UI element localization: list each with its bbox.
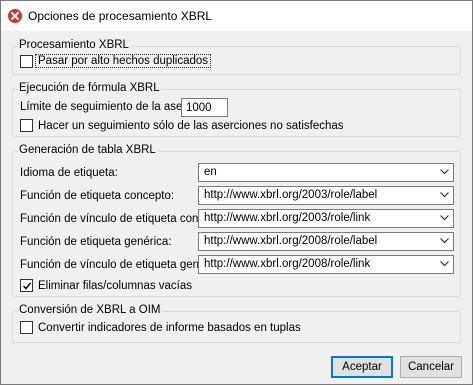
concept-label-link-role-select[interactable]: http://www.xbrl.org/2003/role/link — [198, 209, 454, 228]
dialog-window: Opciones de procesamiento XBRL Procesami… — [0, 0, 473, 385]
accept-button[interactable]: Aceptar — [331, 356, 393, 378]
chevron-down-icon — [440, 169, 449, 175]
track-unsatisfied-checkbox[interactable]: Hacer un seguimiento sólo de las asercio… — [20, 119, 344, 132]
label-language-label: Idioma de etiqueta: — [20, 167, 118, 179]
checkmark-icon — [22, 282, 32, 290]
ignore-duplicates-label: Pasar por alto hechos duplicados — [35, 54, 212, 68]
label-language-select[interactable]: en — [198, 163, 454, 182]
oim-conversion-group-label: Conversión de XBRL a OIM — [18, 304, 162, 316]
concept-label-role-label: Función de etiqueta concepto: — [20, 190, 175, 202]
chevron-down-icon — [440, 215, 449, 221]
generic-label-link-role-label: Función de vínculo de etiqueta genérica: — [20, 259, 228, 271]
convert-tuples-checkbox-box[interactable] — [20, 321, 33, 334]
formula-execution-group-label: Ejecución de fórmula XBRL — [18, 82, 161, 94]
generic-label-role-label: Función de etiqueta genérica: — [20, 236, 172, 248]
concept-label-role-select[interactable]: http://www.xbrl.org/2003/role/label — [198, 186, 454, 205]
title-bar: Opciones de procesamiento XBRL — [1, 1, 472, 31]
remove-empty-label: Eliminar filas/columnas vacías — [38, 279, 193, 292]
xbrl-processing-group-label: Procesamiento XBRL — [18, 39, 130, 51]
convert-tuples-checkbox[interactable]: Convertir indicadores de informe basados… — [20, 321, 301, 334]
generic-label-role-select[interactable]: http://www.xbrl.org/2008/role/label — [198, 232, 454, 251]
generic-label-role-value: http://www.xbrl.org/2008/role/label — [204, 235, 378, 247]
table-generation-group-label: Generación de tabla XBRL — [18, 144, 157, 156]
chevron-down-icon — [440, 238, 449, 244]
concept-label-role-value: http://www.xbrl.org/2003/role/label — [204, 189, 378, 201]
remove-empty-checkbox[interactable]: Eliminar filas/columnas vacías — [20, 279, 192, 292]
generic-label-link-role-value: http://www.xbrl.org/2008/role/link — [204, 258, 371, 270]
chevron-down-icon — [440, 261, 449, 267]
chevron-down-icon — [440, 192, 449, 198]
xbrl-app-icon — [8, 9, 22, 23]
assertion-limit-input[interactable] — [181, 98, 228, 117]
concept-label-link-role-value: http://www.xbrl.org/2003/role/link — [204, 212, 371, 224]
ignore-duplicates-checkbox-box[interactable] — [20, 54, 33, 68]
remove-empty-checkbox-box[interactable] — [20, 279, 33, 292]
label-language-value: en — [204, 166, 217, 178]
window-title: Opciones de procesamiento XBRL — [28, 9, 213, 23]
convert-tuples-label: Convertir indicadores de informe basados… — [38, 321, 301, 334]
generic-label-link-role-select[interactable]: http://www.xbrl.org/2008/role/link — [198, 255, 454, 274]
ignore-duplicates-checkbox[interactable]: Pasar por alto hechos duplicados — [20, 54, 212, 68]
cancel-button[interactable]: Cancelar — [400, 356, 462, 378]
track-unsatisfied-label: Hacer un seguimiento sólo de las asercio… — [38, 119, 344, 132]
track-unsatisfied-checkbox-box[interactable] — [20, 119, 33, 132]
